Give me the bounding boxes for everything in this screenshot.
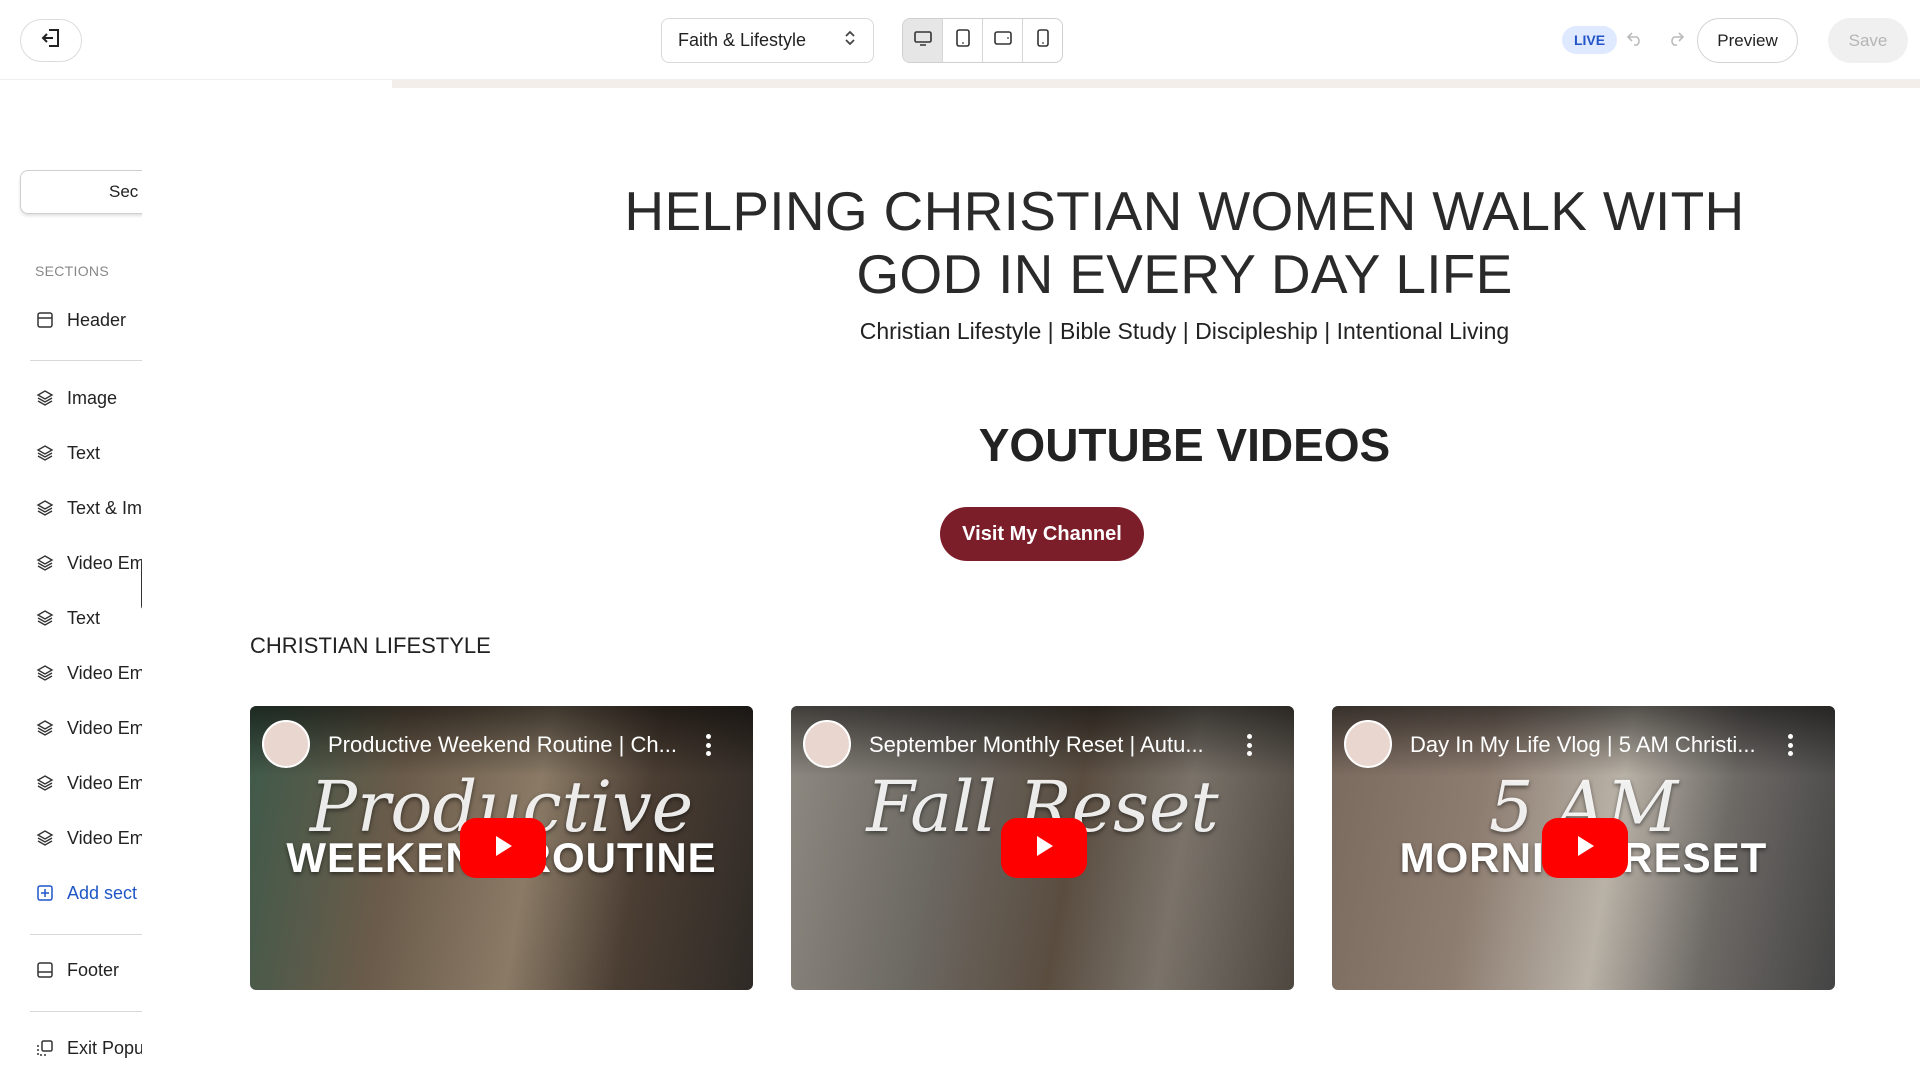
channel-avatar[interactable] bbox=[262, 720, 310, 768]
hero-title-line: GOD IN EVERY DAY LIFE bbox=[856, 243, 1513, 305]
sidebar-item-image[interactable]: Image bbox=[35, 385, 117, 411]
hero-title-line: HELPING CHRISTIAN WOMEN WALK WITH bbox=[624, 180, 1745, 242]
layers-icon bbox=[35, 608, 55, 628]
add-section-button[interactable]: Add sect bbox=[35, 880, 137, 906]
device-switcher bbox=[902, 18, 1063, 63]
desktop-view-button[interactable] bbox=[903, 19, 943, 62]
site-selector[interactable]: Faith & Lifestyle bbox=[661, 18, 874, 63]
sidebar-item-label: Video Em bbox=[67, 662, 142, 683]
youtube-play-button[interactable] bbox=[1001, 818, 1087, 878]
channel-avatar[interactable] bbox=[803, 720, 851, 768]
sidebar-item-label: Video Em bbox=[67, 552, 142, 573]
sidebar-item-label: Video Em bbox=[67, 717, 142, 738]
sidebar-item-label: Video Em bbox=[67, 827, 142, 848]
sections-sidebar: Sec SECTIONS Header Image Text Text & Im… bbox=[0, 80, 142, 1080]
sidebar-divider bbox=[30, 934, 142, 935]
sidebar-item-video-embed[interactable]: Video Em bbox=[35, 825, 142, 851]
visit-channel-button[interactable]: Visit My Channel bbox=[940, 507, 1144, 561]
video-title[interactable]: Day In My Life Vlog | 5 AM Christi... bbox=[1410, 732, 1770, 758]
undo-icon bbox=[1626, 30, 1644, 51]
youtube-play-button[interactable] bbox=[460, 818, 546, 878]
layers-icon bbox=[35, 388, 55, 408]
desktop-icon bbox=[913, 29, 933, 52]
sidebar-divider bbox=[30, 1011, 142, 1012]
redo-button[interactable] bbox=[1664, 28, 1688, 52]
save-button[interactable]: Save bbox=[1828, 18, 1908, 63]
sidebar-item-video-embed[interactable]: Video Em bbox=[35, 550, 142, 576]
hero-title[interactable]: HELPING CHRISTIAN WOMEN WALK WITH GOD IN… bbox=[422, 180, 1920, 306]
sidebar-item-text[interactable]: Text bbox=[35, 440, 100, 466]
layers-icon bbox=[35, 443, 55, 463]
layers-icon bbox=[35, 498, 55, 518]
sidebar-item-label: Image bbox=[67, 387, 118, 408]
sidebar-divider bbox=[30, 360, 142, 361]
layers-icon bbox=[35, 553, 55, 573]
sidebar-item-label: Exit Popu bbox=[67, 1037, 142, 1058]
youtube-play-button[interactable] bbox=[1542, 818, 1628, 878]
more-options-icon[interactable] bbox=[1787, 734, 1793, 756]
tablet-landscape-view-button[interactable] bbox=[983, 19, 1023, 62]
video-embed[interactable]: 5 AM MORNING RESET Day In My Life Vlog |… bbox=[1332, 706, 1835, 990]
sidebar-item-text-image[interactable]: Text & Im bbox=[35, 495, 142, 521]
category-label[interactable]: CHRISTIAN LIFESTYLE bbox=[250, 633, 491, 659]
plus-square-icon bbox=[35, 883, 55, 903]
youtube-heading[interactable]: YOUTUBE VIDEOS bbox=[422, 418, 1920, 472]
layers-icon bbox=[35, 773, 55, 793]
sidebar-item-label: Text bbox=[67, 607, 101, 628]
channel-avatar[interactable] bbox=[1344, 720, 1392, 768]
sidebar-item-label: Footer bbox=[67, 959, 120, 980]
sidebar-item-video-embed[interactable]: Video Em bbox=[35, 660, 142, 686]
sidebar-item-footer[interactable]: Footer bbox=[35, 957, 119, 983]
sidebar-item-label: Text bbox=[67, 442, 101, 463]
video-embed[interactable]: Productive WEEKEND ROUTINE Productive We… bbox=[250, 706, 753, 990]
sidebar-item-label: Text & Im bbox=[67, 497, 142, 518]
footer-icon bbox=[35, 960, 55, 980]
more-options-icon[interactable] bbox=[1246, 734, 1252, 756]
tablet-landscape-icon bbox=[993, 30, 1013, 51]
more-options-icon[interactable] bbox=[705, 734, 711, 756]
mobile-icon bbox=[1036, 28, 1050, 53]
sections-search-button[interactable]: Sec bbox=[20, 170, 142, 214]
play-icon bbox=[1031, 833, 1057, 864]
layers-icon bbox=[35, 828, 55, 848]
layers-icon bbox=[35, 718, 55, 738]
hero-subtitle[interactable]: Christian Lifestyle | Bible Study | Disc… bbox=[422, 318, 1920, 345]
sidebar-item-label: Header bbox=[67, 309, 127, 330]
video-embed[interactable]: Fall Reset September Monthly Reset | Aut… bbox=[791, 706, 1294, 990]
undo-button[interactable] bbox=[1623, 28, 1647, 52]
sidebar-item-header[interactable]: Header bbox=[35, 307, 126, 333]
top-bar: Faith & Lifestyle LIVE Preview Save bbox=[0, 0, 1920, 80]
page-canvas: HELPING CHRISTIAN WOMEN WALK WITH GOD IN… bbox=[142, 80, 1920, 1080]
video-title[interactable]: Productive Weekend Routine | Ch... bbox=[328, 732, 688, 758]
sidebar-item-label: Video Em bbox=[67, 772, 142, 793]
sidebar-item-text[interactable]: Text bbox=[35, 605, 100, 631]
mobile-view-button[interactable] bbox=[1023, 19, 1062, 62]
exit-editor-button[interactable] bbox=[20, 19, 82, 62]
site-selector-label: Faith & Lifestyle bbox=[678, 30, 807, 50]
tablet-icon bbox=[955, 28, 971, 53]
play-icon bbox=[1572, 833, 1598, 864]
sidebar-item-video-embed[interactable]: Video Em bbox=[35, 715, 142, 741]
sidebar-item-exit-popup[interactable]: Exit Popu bbox=[35, 1035, 142, 1061]
sidebar-item-label: Add sect bbox=[67, 882, 138, 903]
redo-icon bbox=[1667, 30, 1685, 51]
sidebar-item-video-embed[interactable]: Video Em bbox=[35, 770, 142, 796]
layers-icon bbox=[35, 663, 55, 683]
live-status-badge: LIVE bbox=[1562, 26, 1617, 54]
header-icon bbox=[35, 310, 55, 330]
preview-button[interactable]: Preview bbox=[1697, 18, 1798, 63]
chevron-up-down-icon bbox=[843, 29, 857, 52]
video-title[interactable]: September Monthly Reset | Autu... bbox=[869, 732, 1229, 758]
popup-icon bbox=[35, 1038, 55, 1058]
previous-section-edge bbox=[392, 80, 1920, 88]
play-icon bbox=[490, 833, 516, 864]
sections-heading: SECTIONS bbox=[35, 263, 109, 279]
exit-icon bbox=[40, 27, 62, 54]
tablet-view-button[interactable] bbox=[943, 19, 983, 62]
